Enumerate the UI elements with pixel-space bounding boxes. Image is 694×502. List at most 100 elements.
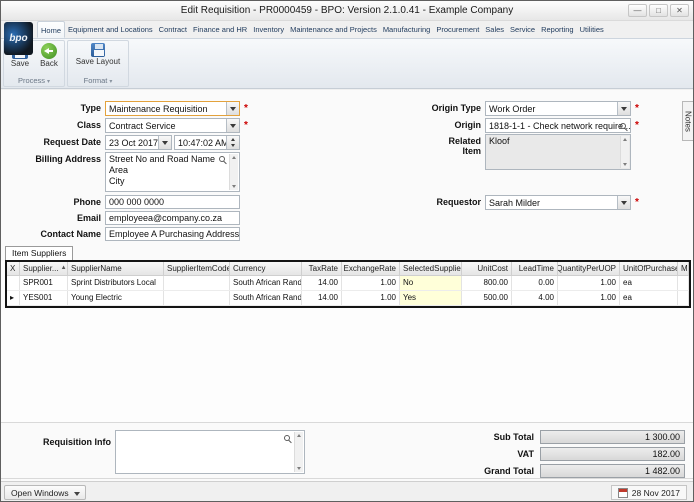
grid-col-quantityperuop[interactable]: QuantityPerUOP [558, 262, 620, 276]
ribbon-tab-reporting[interactable]: Reporting [538, 21, 577, 38]
app-logo[interactable]: bpo [4, 22, 33, 55]
cell-unitofpurchase[interactable]: ea [620, 291, 678, 305]
grid-col-exchangerate[interactable]: ExchangeRate [342, 262, 400, 276]
ribbon-tab-service[interactable]: Service [507, 21, 538, 38]
cell-supplieritemcode[interactable] [164, 276, 230, 290]
search-icon[interactable] [620, 123, 626, 129]
save-layout-button[interactable]: Save Layout [70, 43, 126, 66]
cell-taxrate[interactable]: 14.00 [302, 276, 342, 290]
ribbon-tab-home[interactable]: Home [37, 21, 66, 38]
close-button[interactable]: ✕ [670, 4, 689, 17]
grid-body: SPR001 Sprint Distributors Local South Afr… [7, 276, 689, 306]
total-row-sub-total: Sub Total 1 300.00 [421, 430, 685, 444]
origin-type-combobox[interactable]: Work Order [485, 101, 631, 116]
cell-supplier[interactable]: YES001 [20, 291, 68, 305]
requisition-info-scrollbar[interactable] [294, 432, 303, 472]
origin-field[interactable]: 1818-1-1 - Check network require... [485, 118, 631, 133]
cell-unitofpurchase[interactable]: ea [620, 276, 678, 290]
chevron-down-icon [621, 200, 627, 205]
cell-x[interactable] [7, 276, 20, 290]
grid-col-x[interactable]: X [7, 262, 20, 276]
cell-taxrate[interactable]: 14.00 [302, 291, 342, 305]
cell-supplier[interactable]: SPR001 [20, 276, 68, 290]
related-item-box[interactable]: Kloof [485, 134, 631, 170]
request-date-picker[interactable]: 23 Oct 2017 [105, 135, 172, 150]
chevron-down-icon [162, 140, 168, 145]
time-spin-buttons[interactable] [226, 136, 239, 149]
cell-suppliername[interactable]: Young Electric [68, 291, 164, 305]
ribbon-tab-equipment-and-locations[interactable]: Equipment and Locations [65, 21, 156, 38]
class-dropdown-button[interactable] [226, 119, 239, 132]
ribbon-tab-inventory[interactable]: Inventory [250, 21, 287, 38]
back-button[interactable]: Back [35, 43, 63, 68]
cell-suppliername[interactable]: Sprint Distributors Local [68, 276, 164, 290]
cell-exchangerate[interactable]: 1.00 [342, 276, 400, 290]
contact-name-field[interactable]: Employee A Purchasing Address [105, 227, 240, 241]
cell-leadtime[interactable]: 0.00 [512, 276, 558, 290]
billing-address-textarea[interactable]: Street No and Road Name Area City [105, 152, 240, 192]
grid-col-selectedsupplier[interactable]: SelectedSupplier [400, 262, 462, 276]
cell-leadtime[interactable]: 4.00 [512, 291, 558, 305]
ribbon-tab-maintenance-and-projects[interactable]: Maintenance and Projects [287, 21, 380, 38]
class-combobox[interactable]: Contract Service [105, 118, 240, 133]
cell-unitcost[interactable]: 800.00 [462, 276, 512, 290]
grid-col-mi[interactable]: Mi [678, 262, 689, 276]
cell-mi[interactable] [678, 291, 689, 305]
window-title: Edit Requisition - PR0000459 - BPO: Vers… [180, 5, 514, 16]
grid-col-suppliername[interactable]: SupplierName [68, 262, 164, 276]
maximize-button[interactable]: □ [649, 4, 668, 17]
table-row[interactable]: ▸ YES001 Young Electric South African Rand 1… [7, 291, 689, 306]
ribbon-tab-procurement[interactable]: Procurement [433, 21, 482, 38]
ribbon-tab-finance-and-hr[interactable]: Finance and HR [190, 21, 250, 38]
open-windows-button[interactable]: Open Windows [4, 485, 86, 500]
minimize-button[interactable]: — [628, 4, 647, 17]
table-row[interactable]: SPR001 Sprint Distributors Local South Afr… [7, 276, 689, 291]
class-required-marker: * [244, 120, 248, 131]
divider [1, 422, 693, 423]
cell-currency[interactable]: South African Rand [230, 291, 302, 305]
grid-col-unitcost[interactable]: UnitCost [462, 262, 512, 276]
grid-col-supplieritemcode[interactable]: SupplierItemCode [164, 262, 230, 276]
grid-col-taxrate[interactable]: TaxRate [302, 262, 342, 276]
grid-col-leadtime[interactable]: LeadTime [512, 262, 558, 276]
cell-quantityperuop[interactable]: 1.00 [558, 276, 620, 290]
cell-supplieritemcode[interactable] [164, 291, 230, 305]
cell-currency[interactable]: South African Rand [230, 276, 302, 290]
cell-mi[interactable] [678, 276, 689, 290]
ribbon-tab-manufacturing[interactable]: Manufacturing [380, 21, 434, 38]
phone-field[interactable]: 000 000 0000 [105, 195, 240, 209]
ribbon-tab-contract[interactable]: Contract [156, 21, 190, 38]
cell-selectedsupplier[interactable]: No [400, 276, 462, 290]
ribbon-tab-sales[interactable]: Sales [482, 21, 507, 38]
related-item-scrollbar[interactable] [620, 136, 629, 168]
cell-x[interactable]: ▸ [7, 291, 20, 305]
billing-address-label: Billing Address [35, 154, 101, 164]
cell-exchangerate[interactable]: 1.00 [342, 291, 400, 305]
grid-col-supplier[interactable]: Supplier... ▲ [20, 262, 68, 276]
ribbon-group-process-label: Process [4, 75, 64, 86]
origin-type-dropdown-button[interactable] [617, 102, 630, 115]
billing-address-scrollbar[interactable] [229, 154, 238, 190]
requestor-combobox[interactable]: Sarah Milder [485, 195, 631, 210]
search-icon[interactable] [219, 156, 225, 162]
search-icon[interactable] [284, 435, 290, 441]
type-combobox[interactable]: Maintenance Requisition [105, 101, 240, 116]
grid-col-currency[interactable]: Currency [230, 262, 302, 276]
cell-unitcost[interactable]: 500.00 [462, 291, 512, 305]
ribbon-group-format-label: Format [68, 75, 128, 86]
grid-header: X Supplier... ▲ SupplierName SupplierItemCod… [7, 262, 689, 276]
cell-quantityperuop[interactable]: 1.00 [558, 291, 620, 305]
requestor-dropdown-button[interactable] [617, 196, 630, 209]
date-dropdown-button[interactable] [158, 136, 171, 149]
ribbon-tab-utilities[interactable]: Utilities [577, 21, 607, 38]
request-time-spinner[interactable]: 10:47:02 AM [174, 135, 240, 150]
email-field[interactable]: employeea@company.co.za [105, 211, 240, 225]
related-item-label: Related Item [448, 136, 481, 156]
cell-selectedsupplier[interactable]: Yes [400, 291, 462, 305]
tab-item-suppliers[interactable]: Item Suppliers [5, 246, 74, 260]
status-date-text: 28 Nov 2017 [631, 487, 680, 498]
grid-col-unitofpurchase[interactable]: UnitOfPurchase [620, 262, 678, 276]
requisition-info-textarea[interactable] [115, 430, 305, 474]
type-dropdown-button[interactable] [226, 102, 239, 115]
notes-flyout-tab[interactable]: Notes [682, 101, 693, 141]
